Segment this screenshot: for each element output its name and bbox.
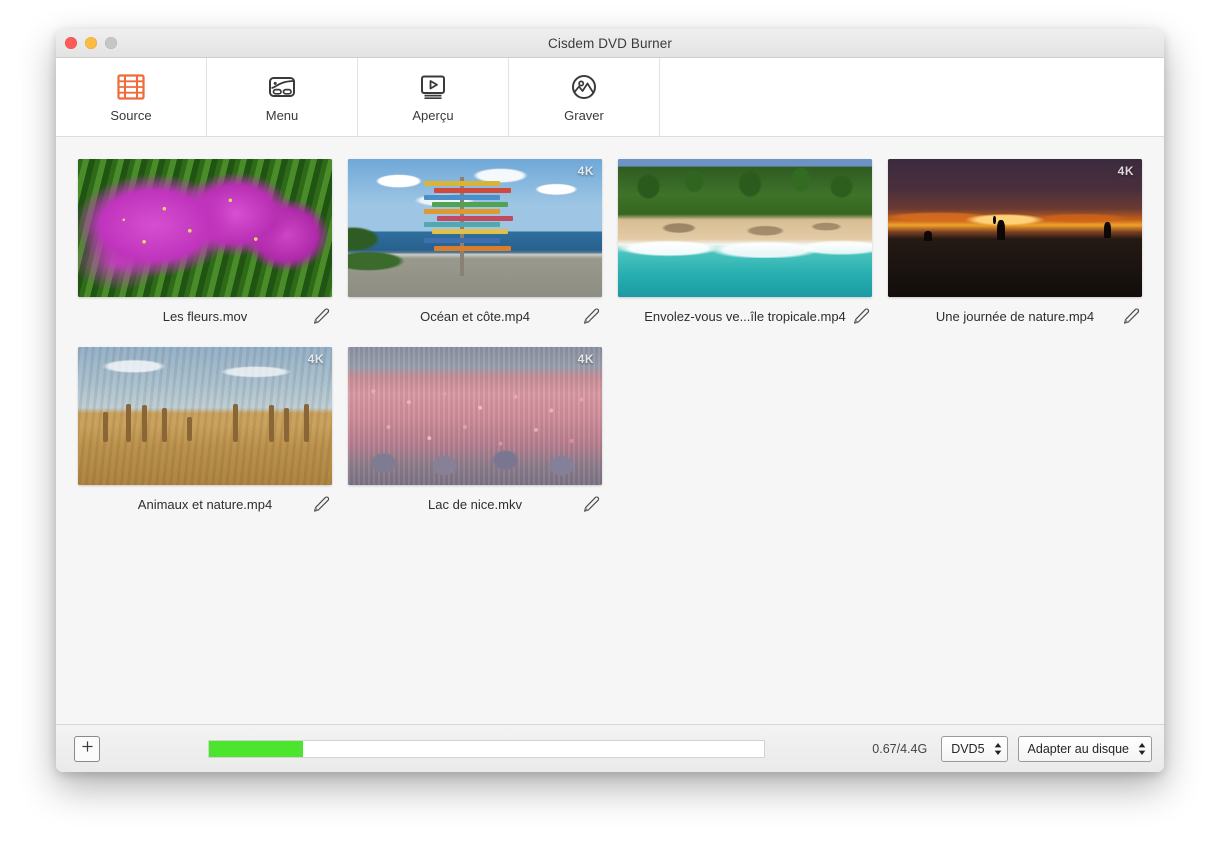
video-card[interactable]: Les fleurs.mov (78, 159, 332, 335)
pencil-icon[interactable] (1120, 306, 1140, 326)
video-grid: Les fleurs.mov (56, 159, 1164, 535)
video-card-footer: Océan et côte.mp4 (348, 297, 602, 335)
capacity-fill (209, 741, 303, 757)
close-window-button[interactable] (65, 37, 77, 49)
chevron-updown-icon (993, 740, 1003, 758)
thumbnail-image-giraffes (78, 347, 332, 485)
thumbnail-image-beach (618, 159, 872, 297)
status-bar: 0.67/4.4G DVD5 Adapter au disque (56, 724, 1164, 772)
disc-type-value: DVD5 (951, 742, 984, 756)
video-card[interactable]: 4K Animaux et nature.mp4 (78, 347, 332, 523)
video-card-footer: Une journée de nature.mp4 (888, 297, 1142, 335)
source-file-list: Les fleurs.mov (56, 137, 1164, 724)
capacity-track (208, 740, 765, 758)
capacity-label: 0.67/4.4G (872, 742, 927, 756)
video-title: Une journée de nature.mp4 (936, 309, 1094, 324)
video-card[interactable]: Envolez-vous ve...île tropicale.mp4 (618, 159, 872, 335)
video-thumbnail[interactable]: 4K (348, 159, 602, 297)
thumbnail-image-coast (348, 159, 602, 297)
toolbar-tab-preview[interactable]: Aperçu (358, 58, 509, 136)
video-title: Les fleurs.mov (163, 309, 248, 324)
toolbar-tab-menu-label: Menu (266, 108, 299, 123)
video-thumbnail[interactable]: 4K (888, 159, 1142, 297)
thumbnail-image-flamingos (348, 347, 602, 485)
toolbar-tab-burn[interactable]: Graver (509, 58, 660, 136)
resolution-badge: 4K (578, 352, 594, 366)
video-card-footer: Animaux et nature.mp4 (78, 485, 332, 523)
video-thumbnail[interactable]: 4K (348, 347, 602, 485)
chevron-updown-icon (1137, 740, 1147, 758)
film-strip-icon (114, 72, 148, 102)
pencil-icon[interactable] (310, 494, 330, 514)
video-title: Animaux et nature.mp4 (138, 497, 272, 512)
add-files-button[interactable] (74, 736, 100, 762)
capacity-meter (110, 740, 862, 758)
video-card-footer: Lac de nice.mkv (348, 485, 602, 523)
video-card[interactable]: 4K Une journée de nature.mp4 (888, 159, 1142, 335)
video-card[interactable]: 4K Océan et côte.mp4 (348, 159, 602, 335)
app-root: Cisdem DVD Burner Source (0, 0, 1220, 854)
thumbnail-image-flowers (78, 159, 332, 297)
pencil-icon[interactable] (310, 306, 330, 326)
window-controls (65, 29, 117, 57)
pencil-icon[interactable] (850, 306, 870, 326)
video-thumbnail[interactable] (618, 159, 872, 297)
title-bar: Cisdem DVD Burner (56, 29, 1164, 58)
toolbar-empty-area (660, 58, 1164, 136)
toolbar-tab-preview-label: Aperçu (412, 108, 453, 123)
window-title: Cisdem DVD Burner (56, 36, 1164, 51)
toolbar-tab-source[interactable]: Source (56, 58, 207, 136)
resolution-badge: 4K (1118, 164, 1134, 178)
video-title: Lac de nice.mkv (428, 497, 522, 512)
burn-disc-icon (567, 72, 601, 102)
video-card-footer: Envolez-vous ve...île tropicale.mp4 (618, 297, 872, 335)
preview-play-icon (416, 72, 450, 102)
video-title: Océan et côte.mp4 (420, 309, 530, 324)
video-title: Envolez-vous ve...île tropicale.mp4 (644, 309, 846, 324)
thumbnail-image-sunset-deer (888, 159, 1142, 297)
video-thumbnail[interactable]: 4K (78, 347, 332, 485)
minimize-window-button[interactable] (85, 37, 97, 49)
disc-type-select[interactable]: DVD5 (941, 736, 1007, 762)
pencil-icon[interactable] (580, 494, 600, 514)
toolbar-tab-menu[interactable]: Menu (207, 58, 358, 136)
menu-card-icon (265, 72, 299, 102)
application-window: Cisdem DVD Burner Source (56, 29, 1164, 772)
toolbar-tab-burn-label: Graver (564, 108, 604, 123)
pencil-icon[interactable] (580, 306, 600, 326)
main-toolbar: Source Menu (56, 58, 1164, 137)
video-thumbnail[interactable] (78, 159, 332, 297)
resolution-badge: 4K (308, 352, 324, 366)
plus-icon (80, 739, 95, 759)
toolbar-tab-source-label: Source (110, 108, 151, 123)
fit-mode-value: Adapter au disque (1028, 742, 1129, 756)
fit-mode-select[interactable]: Adapter au disque (1018, 736, 1152, 762)
zoom-window-button[interactable] (105, 37, 117, 49)
video-card[interactable]: 4K Lac de nice.mkv (348, 347, 602, 523)
resolution-badge: 4K (578, 164, 594, 178)
video-card-footer: Les fleurs.mov (78, 297, 332, 335)
